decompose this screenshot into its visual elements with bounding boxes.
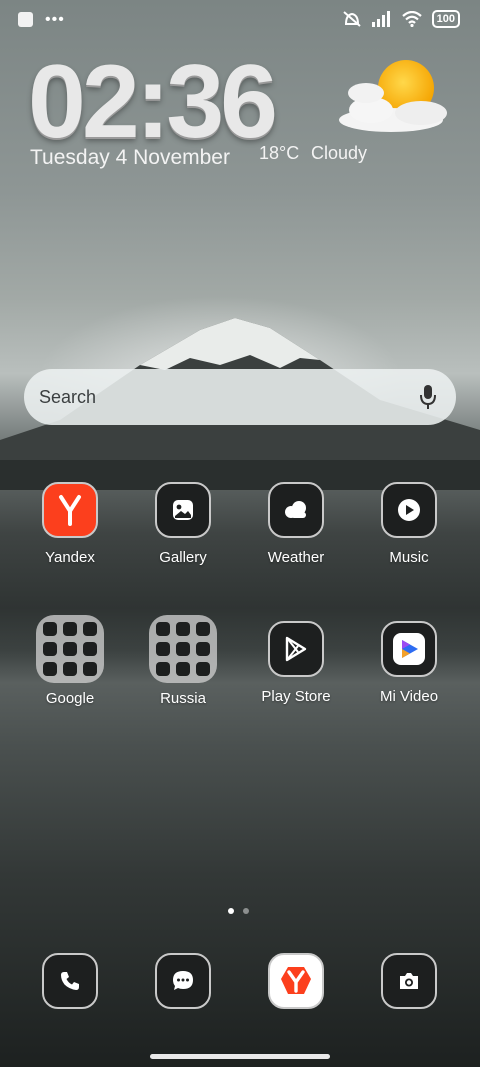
- page-indicator: [228, 908, 249, 914]
- yandex-browser-icon: [268, 953, 324, 1009]
- folder-icon: [36, 615, 104, 683]
- app-gallery[interactable]: Gallery: [128, 482, 238, 566]
- app-play-store[interactable]: Play Store: [241, 621, 351, 705]
- weather-cloud-icon: [268, 482, 324, 538]
- camera-icon: [381, 953, 437, 1009]
- vibrate-off-icon: [342, 11, 361, 27]
- folder-russia[interactable]: Russia: [128, 615, 238, 707]
- gallery-icon: [155, 482, 211, 538]
- app-label: Play Store: [261, 688, 331, 705]
- music-play-icon: [381, 482, 437, 538]
- page-dot: [243, 908, 249, 914]
- folder-icon: [149, 615, 217, 683]
- mi-video-icon: [381, 621, 437, 677]
- dock-camera[interactable]: [354, 953, 464, 1009]
- app-label: Google: [45, 690, 95, 707]
- play-store-icon: [268, 621, 324, 677]
- dock-yandex-browser[interactable]: [241, 953, 351, 1009]
- dock-messages[interactable]: [128, 953, 238, 1009]
- home-indicator[interactable]: [150, 1054, 330, 1059]
- square-notification-icon: [18, 12, 33, 27]
- weather-temperature: 18°C: [259, 143, 300, 163]
- app-mi-video[interactable]: Mi Video: [354, 621, 464, 705]
- folder-google[interactable]: Google: [15, 615, 125, 707]
- microphone-icon[interactable]: [418, 383, 438, 411]
- app-weather[interactable]: Weather: [241, 482, 351, 566]
- app-label: Weather: [267, 549, 325, 566]
- page-dot-active: [228, 908, 234, 914]
- signal-icon: [371, 11, 390, 27]
- search-bar[interactable]: Search: [24, 369, 456, 425]
- dock-phone[interactable]: [15, 953, 125, 1009]
- app-label: Russia: [160, 690, 206, 707]
- app-label: Gallery: [159, 549, 207, 566]
- clock-date: Tuesday 4 November: [30, 146, 230, 169]
- wifi-icon: [401, 11, 422, 27]
- app-music[interactable]: Music: [354, 482, 464, 566]
- app-label: Mi Video: [379, 688, 439, 705]
- weather-condition: Cloudy: [311, 143, 368, 163]
- app-yandex[interactable]: Yandex: [15, 482, 125, 566]
- clock-time[interactable]: 02:36: [28, 50, 278, 154]
- more-dots-icon: •••: [45, 10, 65, 28]
- search-placeholder: Search: [39, 387, 97, 407]
- app-label: Music: [389, 549, 429, 566]
- messages-icon: [155, 953, 211, 1009]
- phone-icon: [42, 953, 98, 1009]
- yandex-icon: [42, 482, 98, 538]
- battery-icon: 100: [431, 10, 460, 28]
- app-label: Yandex: [45, 549, 95, 566]
- partly-cloudy-sun-icon[interactable]: [336, 58, 456, 138]
- status-bar: ••• 100: [0, 0, 480, 42]
